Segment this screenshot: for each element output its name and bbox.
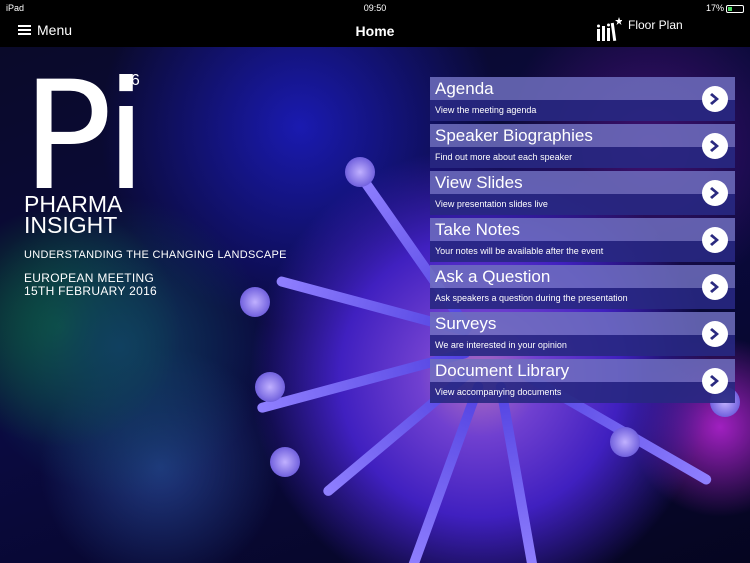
status-bar: iPad 09:50 17% xyxy=(0,0,750,16)
menu-item-title: Surveys xyxy=(430,312,735,335)
status-time: 09:50 xyxy=(363,3,387,13)
logo-letters: Pi xyxy=(22,50,147,224)
menu-item-surveys[interactable]: Surveys We are interested in your opinio… xyxy=(430,312,735,356)
pi-logo: Pi 16 xyxy=(22,50,147,224)
menu-item-title: View Slides xyxy=(430,171,735,194)
menu-item-subtitle: View presentation slides live xyxy=(430,194,735,215)
chevron-right-icon[interactable] xyxy=(702,321,728,347)
floor-plan-icon xyxy=(597,17,622,42)
event-tagline: UNDERSTANDING THE CHANGING LANDSCAPE xyxy=(24,249,287,261)
menu-item-title: Take Notes xyxy=(430,218,735,241)
event-info: EUROPEAN MEETING 15TH FEBRUARY 2016 xyxy=(24,272,157,298)
floor-plan-button[interactable]: Floor Plan xyxy=(596,17,683,43)
event-date: 15TH FEBRUARY 2016 xyxy=(24,284,158,298)
floor-plan-label: Floor Plan xyxy=(628,18,683,32)
menu-list: Agenda View the meeting agenda Speaker B… xyxy=(430,77,735,406)
menu-item-title: Ask a Question xyxy=(430,265,735,288)
menu-item-agenda[interactable]: Agenda View the meeting agenda xyxy=(430,77,735,121)
menu-item-subtitle: We are interested in your opinion xyxy=(430,335,735,356)
chevron-right-icon[interactable] xyxy=(702,180,728,206)
menu-item-take-notes[interactable]: Take Notes Your notes will be available … xyxy=(430,218,735,262)
menu-item-title: Document Library xyxy=(430,359,735,382)
chevron-right-icon[interactable] xyxy=(702,86,728,112)
menu-item-subtitle: Your notes will be available after the e… xyxy=(430,241,735,262)
chevron-right-icon[interactable] xyxy=(702,274,728,300)
menu-item-document-library[interactable]: Document Library View accompanying docum… xyxy=(430,359,735,403)
battery-icon xyxy=(726,4,744,13)
chevron-right-icon[interactable] xyxy=(702,368,728,394)
logo-line2: INSIGHT xyxy=(24,212,118,238)
menu-item-subtitle: Find out more about each speaker xyxy=(430,147,735,168)
menu-item-subtitle: View the meeting agenda xyxy=(430,100,735,121)
logo-wordmark: PHARMA INSIGHT xyxy=(24,193,122,238)
menu-item-subtitle: Ask speakers a question during the prese… xyxy=(430,288,735,309)
menu-item-title: Agenda xyxy=(430,77,735,100)
menu-item-subtitle: View accompanying documents xyxy=(430,382,735,403)
menu-item-title: Speaker Biographies xyxy=(430,124,735,147)
menu-item-view-slides[interactable]: View Slides View presentation slides liv… xyxy=(430,171,735,215)
chevron-right-icon[interactable] xyxy=(702,133,728,159)
logo-superscript: 16 xyxy=(122,72,140,89)
menu-item-ask-a-question[interactable]: Ask a Question Ask speakers a question d… xyxy=(430,265,735,309)
nav-bar: Menu Home Floor Plan xyxy=(0,16,750,47)
menu-item-speaker-biographies[interactable]: Speaker Biographies Find out more about … xyxy=(430,124,735,168)
chevron-right-icon[interactable] xyxy=(702,227,728,253)
